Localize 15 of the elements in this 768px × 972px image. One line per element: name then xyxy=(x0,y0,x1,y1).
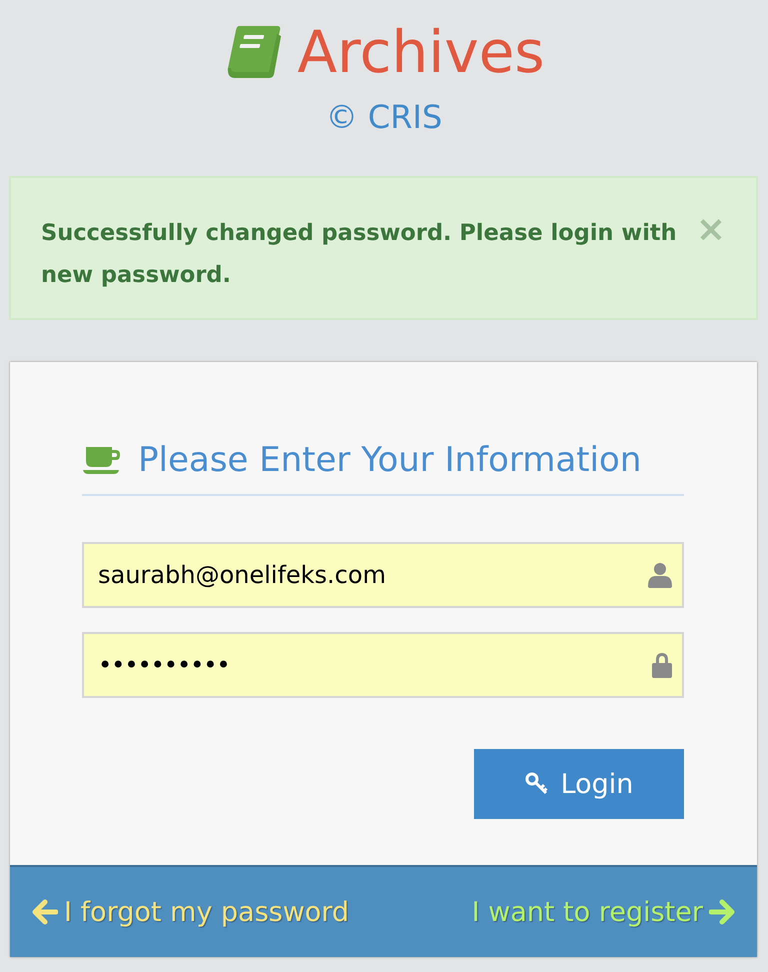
register-link[interactable]: I want to register xyxy=(472,896,735,928)
forgot-password-link[interactable]: I forgot my password xyxy=(32,896,350,928)
input-field[interactable]: •••••••••• xyxy=(82,632,684,698)
lock-icon xyxy=(652,652,672,678)
user-icon xyxy=(648,562,672,588)
key-icon xyxy=(524,772,549,796)
form-heading: Please Enter Your Information xyxy=(138,440,642,480)
login-button[interactable]: Login xyxy=(474,749,684,819)
app-subtitle: © CRIS xyxy=(324,98,444,136)
input-field[interactable]: saurabh@onelifeks.com xyxy=(82,542,684,608)
right-arrow-icon xyxy=(709,899,735,925)
left-arrow-icon xyxy=(32,899,58,925)
cup-icon xyxy=(82,445,122,475)
alert-message: Successfully changed password. Please login with new password. xyxy=(41,219,678,290)
app-title: Archives xyxy=(297,17,545,88)
